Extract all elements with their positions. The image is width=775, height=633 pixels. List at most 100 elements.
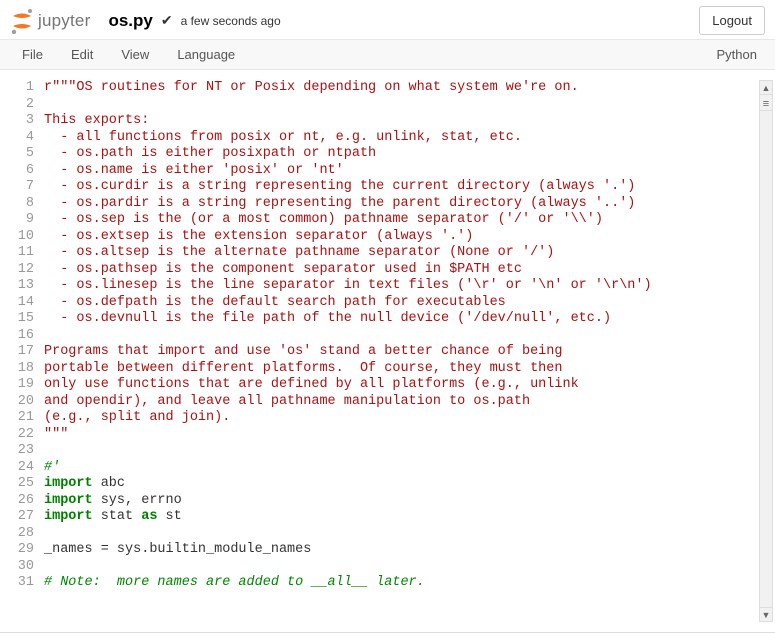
code-line[interactable]: 4 - all functions from posix or nt, e.g.… <box>4 130 757 147</box>
editor: 1r"""OS routines for NT or Posix dependi… <box>0 70 775 633</box>
jupyter-icon <box>10 8 34 34</box>
menubar: File Edit View Language Python <box>0 40 775 70</box>
brand-text: jupyter <box>38 11 90 31</box>
code-line[interactable]: 24#' <box>4 460 757 477</box>
code-content[interactable]: - os.name is either 'posix' or 'nt' <box>44 163 757 180</box>
editor-scroll[interactable]: 1r"""OS routines for NT or Posix dependi… <box>4 80 757 622</box>
code-line[interactable]: 7 - os.curdir is a string representing t… <box>4 179 757 196</box>
code-line[interactable]: 16 <box>4 328 757 345</box>
code-content[interactable]: _names = sys.builtin_module_names <box>44 542 757 559</box>
code-line[interactable]: 2 <box>4 97 757 114</box>
code-line[interactable]: 23 <box>4 443 757 460</box>
code-line[interactable]: 11 - os.altsep is the alternate pathname… <box>4 245 757 262</box>
line-number: 11 <box>4 245 44 262</box>
line-number: 20 <box>4 394 44 411</box>
menu-file[interactable]: File <box>8 40 57 69</box>
code-line[interactable]: 10 - os.extsep is the extension separato… <box>4 229 757 246</box>
line-number: 15 <box>4 311 44 328</box>
code-line[interactable]: 15 - os.devnull is the file path of the … <box>4 311 757 328</box>
vertical-scrollbar[interactable]: ▲ ≡ ▼ <box>759 80 773 622</box>
code-content[interactable]: only use functions that are defined by a… <box>44 377 757 394</box>
code-line[interactable]: 25import abc <box>4 476 757 493</box>
code-content[interactable]: - os.pardir is a string representing the… <box>44 196 757 213</box>
code-line[interactable]: 9 - os.sep is the (or a most common) pat… <box>4 212 757 229</box>
line-number: 3 <box>4 113 44 130</box>
scroll-up-icon[interactable]: ▲ <box>760 81 772 95</box>
code-content[interactable] <box>44 97 757 114</box>
code-content[interactable]: - os.pathsep is the component separator … <box>44 262 757 279</box>
line-number: 29 <box>4 542 44 559</box>
code-line[interactable]: 22""" <box>4 427 757 444</box>
code-line[interactable]: 18portable between different platforms. … <box>4 361 757 378</box>
code-content[interactable]: - os.path is either posixpath or ntpath <box>44 146 757 163</box>
line-number: 24 <box>4 460 44 477</box>
code-line[interactable]: 27import stat as st <box>4 509 757 526</box>
scroll-widget-icon[interactable]: ≡ <box>760 97 772 111</box>
code-content[interactable]: import abc <box>44 476 757 493</box>
code-line[interactable]: 8 - os.pardir is a string representing t… <box>4 196 757 213</box>
code-content[interactable]: - all functions from posix or nt, e.g. u… <box>44 130 757 147</box>
code-content[interactable]: """ <box>44 427 757 444</box>
code-line[interactable]: 21(e.g., split and join). <box>4 410 757 427</box>
line-number: 18 <box>4 361 44 378</box>
code-line[interactable]: 1r"""OS routines for NT or Posix dependi… <box>4 80 757 97</box>
code-content[interactable]: - os.altsep is the alternate pathname se… <box>44 245 757 262</box>
menu-edit[interactable]: Edit <box>57 40 107 69</box>
code-content[interactable]: - os.defpath is the default search path … <box>44 295 757 312</box>
code-content[interactable]: r"""OS routines for NT or Posix dependin… <box>44 80 757 97</box>
code-line[interactable]: 14 - os.defpath is the default search pa… <box>4 295 757 312</box>
code-content[interactable] <box>44 443 757 460</box>
code-content[interactable]: - os.linesep is the line separator in te… <box>44 278 757 295</box>
code-content[interactable]: (e.g., split and join). <box>44 410 757 427</box>
line-number: 31 <box>4 575 44 592</box>
code-line[interactable]: 6 - os.name is either 'posix' or 'nt' <box>4 163 757 180</box>
filename-area[interactable]: os.py ✔ a few seconds ago <box>108 11 280 31</box>
code-content[interactable]: - os.curdir is a string representing the… <box>44 179 757 196</box>
line-number: 19 <box>4 377 44 394</box>
code-line[interactable]: 31# Note: more names are added to __all_… <box>4 575 757 592</box>
code-content[interactable]: portable between different platforms. Of… <box>44 361 757 378</box>
code-content[interactable]: and opendir), and leave all pathname man… <box>44 394 757 411</box>
menu-view[interactable]: View <box>107 40 163 69</box>
line-number: 26 <box>4 493 44 510</box>
code-content[interactable]: - os.extsep is the extension separator (… <box>44 229 757 246</box>
line-number: 6 <box>4 163 44 180</box>
code-content[interactable] <box>44 559 757 576</box>
code-line[interactable]: 26import sys, errno <box>4 493 757 510</box>
filename: os.py <box>108 11 152 31</box>
code-line[interactable]: 5 - os.path is either posixpath or ntpat… <box>4 146 757 163</box>
line-number: 23 <box>4 443 44 460</box>
code-content[interactable] <box>44 328 757 345</box>
code-content[interactable]: import stat as st <box>44 509 757 526</box>
line-number: 14 <box>4 295 44 312</box>
code-line[interactable]: 19only use functions that are defined by… <box>4 377 757 394</box>
code-line[interactable]: 20and opendir), and leave all pathname m… <box>4 394 757 411</box>
code-line[interactable]: 12 - os.pathsep is the component separat… <box>4 262 757 279</box>
code-content[interactable]: - os.devnull is the file path of the nul… <box>44 311 757 328</box>
code-line[interactable]: 3This exports: <box>4 113 757 130</box>
code-line[interactable]: 13 - os.linesep is the line separator in… <box>4 278 757 295</box>
code-content[interactable] <box>44 526 757 543</box>
code-content[interactable]: # Note: more names are added to __all__ … <box>44 575 757 592</box>
code-content[interactable]: - os.sep is the (or a most common) pathn… <box>44 212 757 229</box>
code-line[interactable]: 29_names = sys.builtin_module_names <box>4 542 757 559</box>
line-number: 10 <box>4 229 44 246</box>
code-content[interactable]: This exports: <box>44 113 757 130</box>
code-line[interactable]: 30 <box>4 559 757 576</box>
line-number: 4 <box>4 130 44 147</box>
code-table[interactable]: 1r"""OS routines for NT or Posix dependi… <box>4 80 757 592</box>
code-content[interactable]: #' <box>44 460 757 477</box>
code-content[interactable]: Programs that import and use 'os' stand … <box>44 344 757 361</box>
line-number: 2 <box>4 97 44 114</box>
code-line[interactable]: 17Programs that import and use 'os' stan… <box>4 344 757 361</box>
header: jupyter os.py ✔ a few seconds ago Logout <box>0 0 775 40</box>
checkmark-icon: ✔ <box>161 12 173 29</box>
line-number: 30 <box>4 559 44 576</box>
jupyter-logo[interactable]: jupyter <box>10 8 90 34</box>
code-line[interactable]: 28 <box>4 526 757 543</box>
scroll-down-icon[interactable]: ▼ <box>760 607 772 621</box>
code-content[interactable]: import sys, errno <box>44 493 757 510</box>
line-number: 16 <box>4 328 44 345</box>
logout-button[interactable]: Logout <box>699 6 765 35</box>
menu-language[interactable]: Language <box>163 40 249 69</box>
